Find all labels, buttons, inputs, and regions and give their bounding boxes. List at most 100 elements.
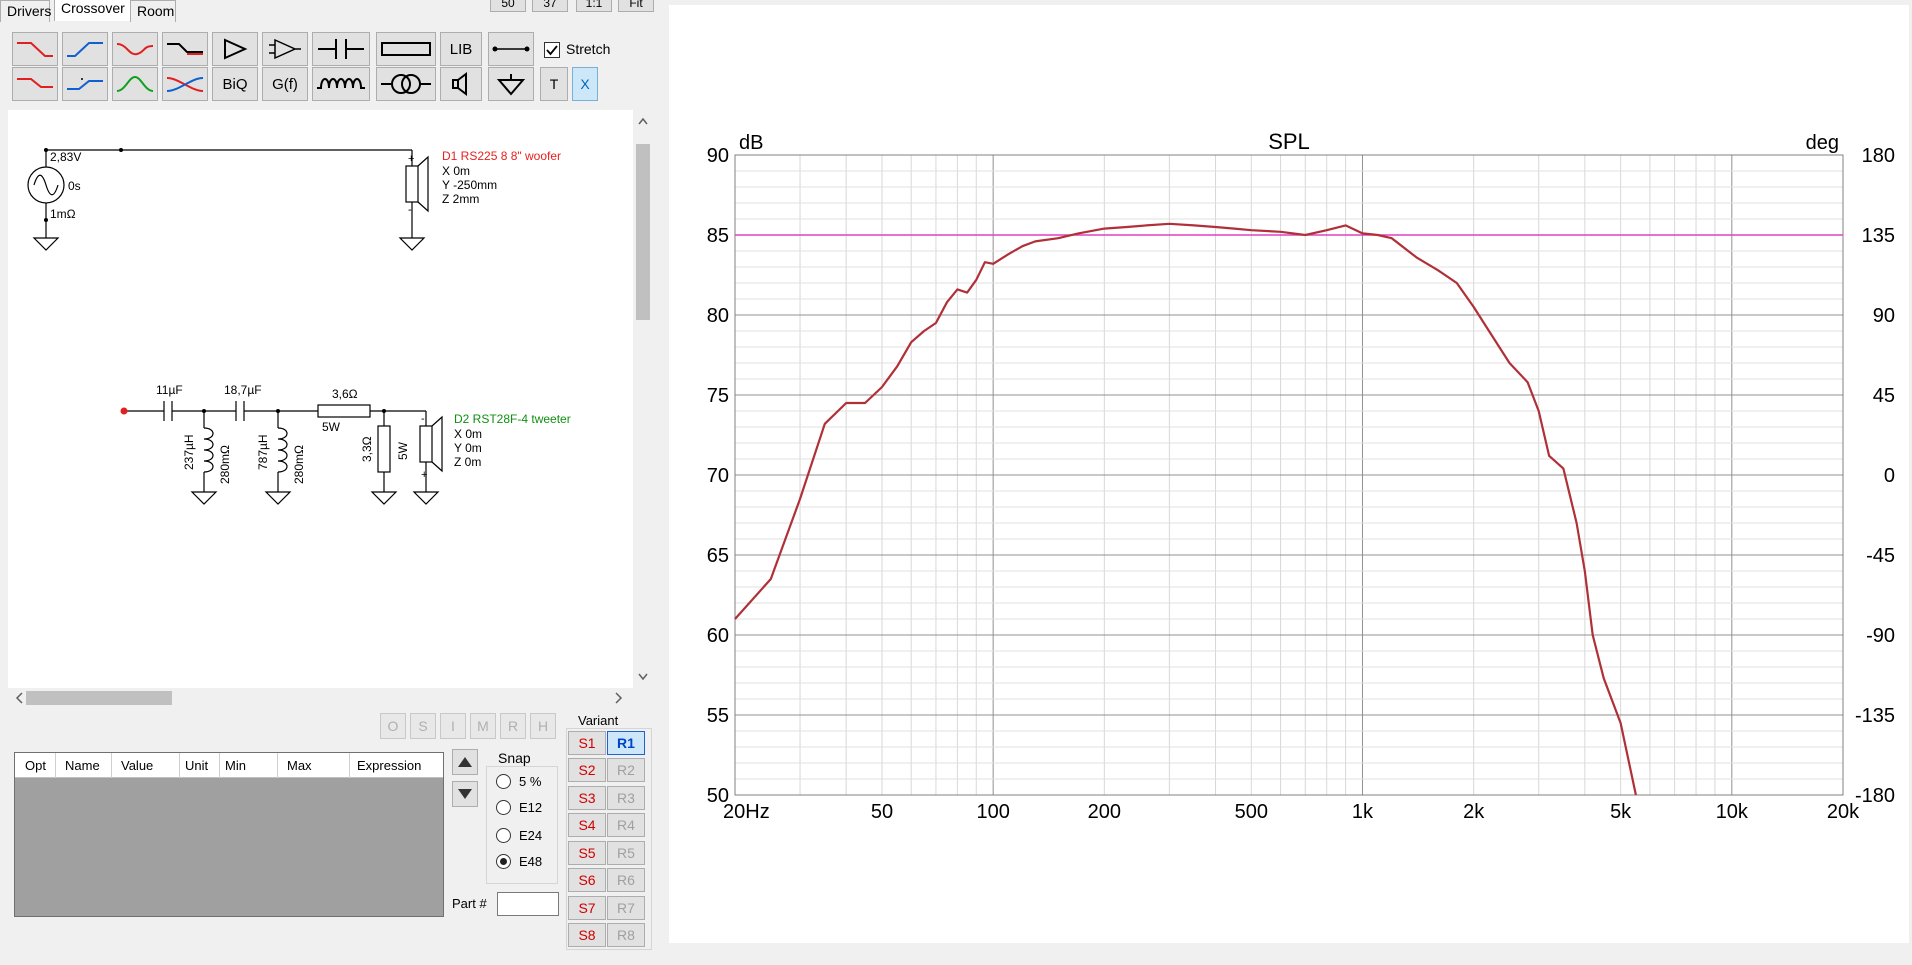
capacitor1-label[interactable]: 11µF	[156, 383, 183, 397]
scroll-up-icon[interactable]	[634, 112, 652, 130]
tab-room[interactable]: Room	[130, 0, 176, 22]
col-max[interactable]: Max	[287, 758, 312, 773]
move-down-button[interactable]	[452, 781, 478, 807]
schematic-vertical-scrollbar[interactable]	[634, 110, 652, 688]
opt-o-button[interactable]: O	[380, 713, 406, 739]
y2-tick-label: 0	[1884, 465, 1895, 487]
variant-r6-button[interactable]: R6	[607, 868, 645, 892]
snap-title: Snap	[496, 750, 533, 766]
snap-e12-radio[interactable]	[496, 800, 511, 815]
schematic-canvas[interactable]: + - - + 2,83V 0s 1mΩ D1 RS225 8 8" woofe…	[8, 110, 633, 688]
text-button[interactable]: T	[540, 67, 568, 101]
opt-h-button[interactable]: H	[530, 713, 556, 739]
zoom-fit-button[interactable]: Fit	[618, 0, 654, 12]
variant-r4-button[interactable]: R4	[607, 813, 645, 837]
highpass-2-button[interactable]	[62, 67, 108, 101]
biquad-button[interactable]: BiQ	[212, 67, 258, 101]
horizontal-scroll-thumb[interactable]	[26, 691, 172, 705]
variant-r5-button[interactable]: R5	[607, 841, 645, 865]
variant-s7-button[interactable]: S7	[568, 896, 606, 920]
driver1-z: Z 2mm	[442, 192, 480, 206]
variant-s5-button[interactable]: S5	[568, 841, 606, 865]
lowpass-filter-button[interactable]	[12, 32, 58, 66]
optimizer-table-header: Opt Name Value Unit Min Max Expression	[15, 753, 443, 778]
capacitor2-label[interactable]: 18,7µF	[224, 383, 262, 397]
variant-s1-button[interactable]: S1	[568, 731, 606, 755]
resistor1-label[interactable]: 3,6Ω	[332, 387, 358, 401]
vertical-scroll-thumb[interactable]	[636, 144, 650, 320]
tab-crossover[interactable]: Crossover	[54, 0, 132, 21]
opt-i-button[interactable]: I	[440, 713, 466, 739]
y-tick-label: 90	[707, 145, 729, 167]
col-min[interactable]: Min	[225, 758, 246, 773]
zoom-37-button[interactable]: 37	[532, 0, 568, 12]
col-unit[interactable]: Unit	[185, 758, 208, 773]
opt-s-button[interactable]: S	[410, 713, 436, 739]
speaker-button[interactable]	[440, 67, 482, 101]
inductor2-resistance: 280mΩ	[292, 445, 306, 484]
variant-s8-button[interactable]: S8	[568, 923, 606, 947]
snap-e48-radio[interactable]	[496, 854, 511, 869]
variant-r1-button[interactable]: R1	[607, 731, 645, 755]
highpass-filter-button[interactable]	[62, 32, 108, 66]
variant-r3-button[interactable]: R3	[607, 786, 645, 810]
move-up-button[interactable]	[452, 749, 478, 775]
inductor2-label[interactable]: 787µH	[256, 434, 270, 470]
optimizer-table[interactable]: Opt Name Value Unit Min Max Expression	[14, 752, 444, 917]
resistor-icon	[381, 42, 431, 56]
tab-drivers[interactable]: Drivers	[0, 0, 51, 22]
zoom-1to1-button[interactable]: 1:1	[576, 0, 612, 12]
variant-r8-button[interactable]: R8	[607, 923, 645, 947]
resistor-button[interactable]	[376, 32, 436, 66]
snap-e24-radio[interactable]	[496, 828, 511, 843]
variant-r7-button[interactable]: R7	[607, 896, 645, 920]
opt-r-button[interactable]: R	[500, 713, 526, 739]
bandstop-filter-button[interactable]	[112, 32, 158, 66]
lowpass-2-button[interactable]	[12, 67, 58, 101]
shelf-filter-button[interactable]	[162, 32, 208, 66]
lowpass-red-icon	[17, 42, 53, 57]
x-tick-label: 1k	[1352, 801, 1374, 823]
variant-s2-button[interactable]: S2	[568, 758, 606, 782]
col-opt[interactable]: Opt	[25, 758, 46, 773]
x-button[interactable]: X	[572, 67, 598, 101]
stretch-checkbox[interactable]	[544, 42, 560, 58]
col-expression[interactable]: Expression	[357, 758, 421, 773]
wire-button[interactable]	[488, 32, 534, 66]
y2-tick-label: -135	[1855, 705, 1895, 727]
capacitor-button[interactable]	[312, 32, 370, 66]
library-button[interactable]: LIB	[440, 32, 482, 66]
transfer-function-button[interactable]: G(f)	[262, 67, 308, 101]
variant-r2-button[interactable]: R2	[607, 758, 645, 782]
bandpass-button[interactable]	[112, 67, 158, 101]
variant-s6-button[interactable]: S6	[568, 868, 606, 892]
spl-graph-panel[interactable]: 90 85 80 75 70 65 60 55 50 180 135 90 45 0 -45 -90 -135 -…	[669, 5, 1909, 943]
part-number-input[interactable]	[497, 892, 559, 916]
col-value[interactable]: Value	[121, 758, 153, 773]
scroll-right-icon[interactable]	[610, 688, 628, 708]
col-name[interactable]: Name	[65, 758, 100, 773]
opt-m-button[interactable]: M	[470, 713, 496, 739]
y-tick-label: 65	[707, 545, 729, 567]
transformer-button[interactable]	[376, 67, 436, 101]
inductor1-label[interactable]: 237µH	[182, 434, 196, 470]
scroll-down-icon[interactable]	[634, 668, 652, 686]
opamp-button[interactable]	[262, 32, 308, 66]
y2-axis-unit: deg	[1806, 132, 1839, 154]
snap-5pct-radio[interactable]	[496, 774, 511, 789]
y2-tick-label: -90	[1866, 625, 1895, 647]
x-tick-label: 100	[976, 801, 1009, 823]
schematic-horizontal-scrollbar[interactable]	[8, 688, 634, 708]
variant-s4-button[interactable]: S4	[568, 813, 606, 837]
crossover-pair-button[interactable]	[162, 67, 208, 101]
buffer-button[interactable]	[212, 32, 258, 66]
triangle-up-icon	[458, 757, 472, 767]
variant-s3-button[interactable]: S3	[568, 786, 606, 810]
ground-button[interactable]	[488, 67, 534, 101]
driver2-name[interactable]: D2 RST28F-4 tweeter	[454, 412, 571, 426]
driver2-y: Y 0m	[454, 441, 482, 455]
resistor2-label[interactable]: 3,3Ω	[360, 436, 374, 462]
zoom-50-button[interactable]: 50	[490, 0, 526, 12]
inductor-button[interactable]	[312, 67, 370, 101]
driver1-name[interactable]: D1 RS225 8 8" woofer	[442, 149, 561, 163]
